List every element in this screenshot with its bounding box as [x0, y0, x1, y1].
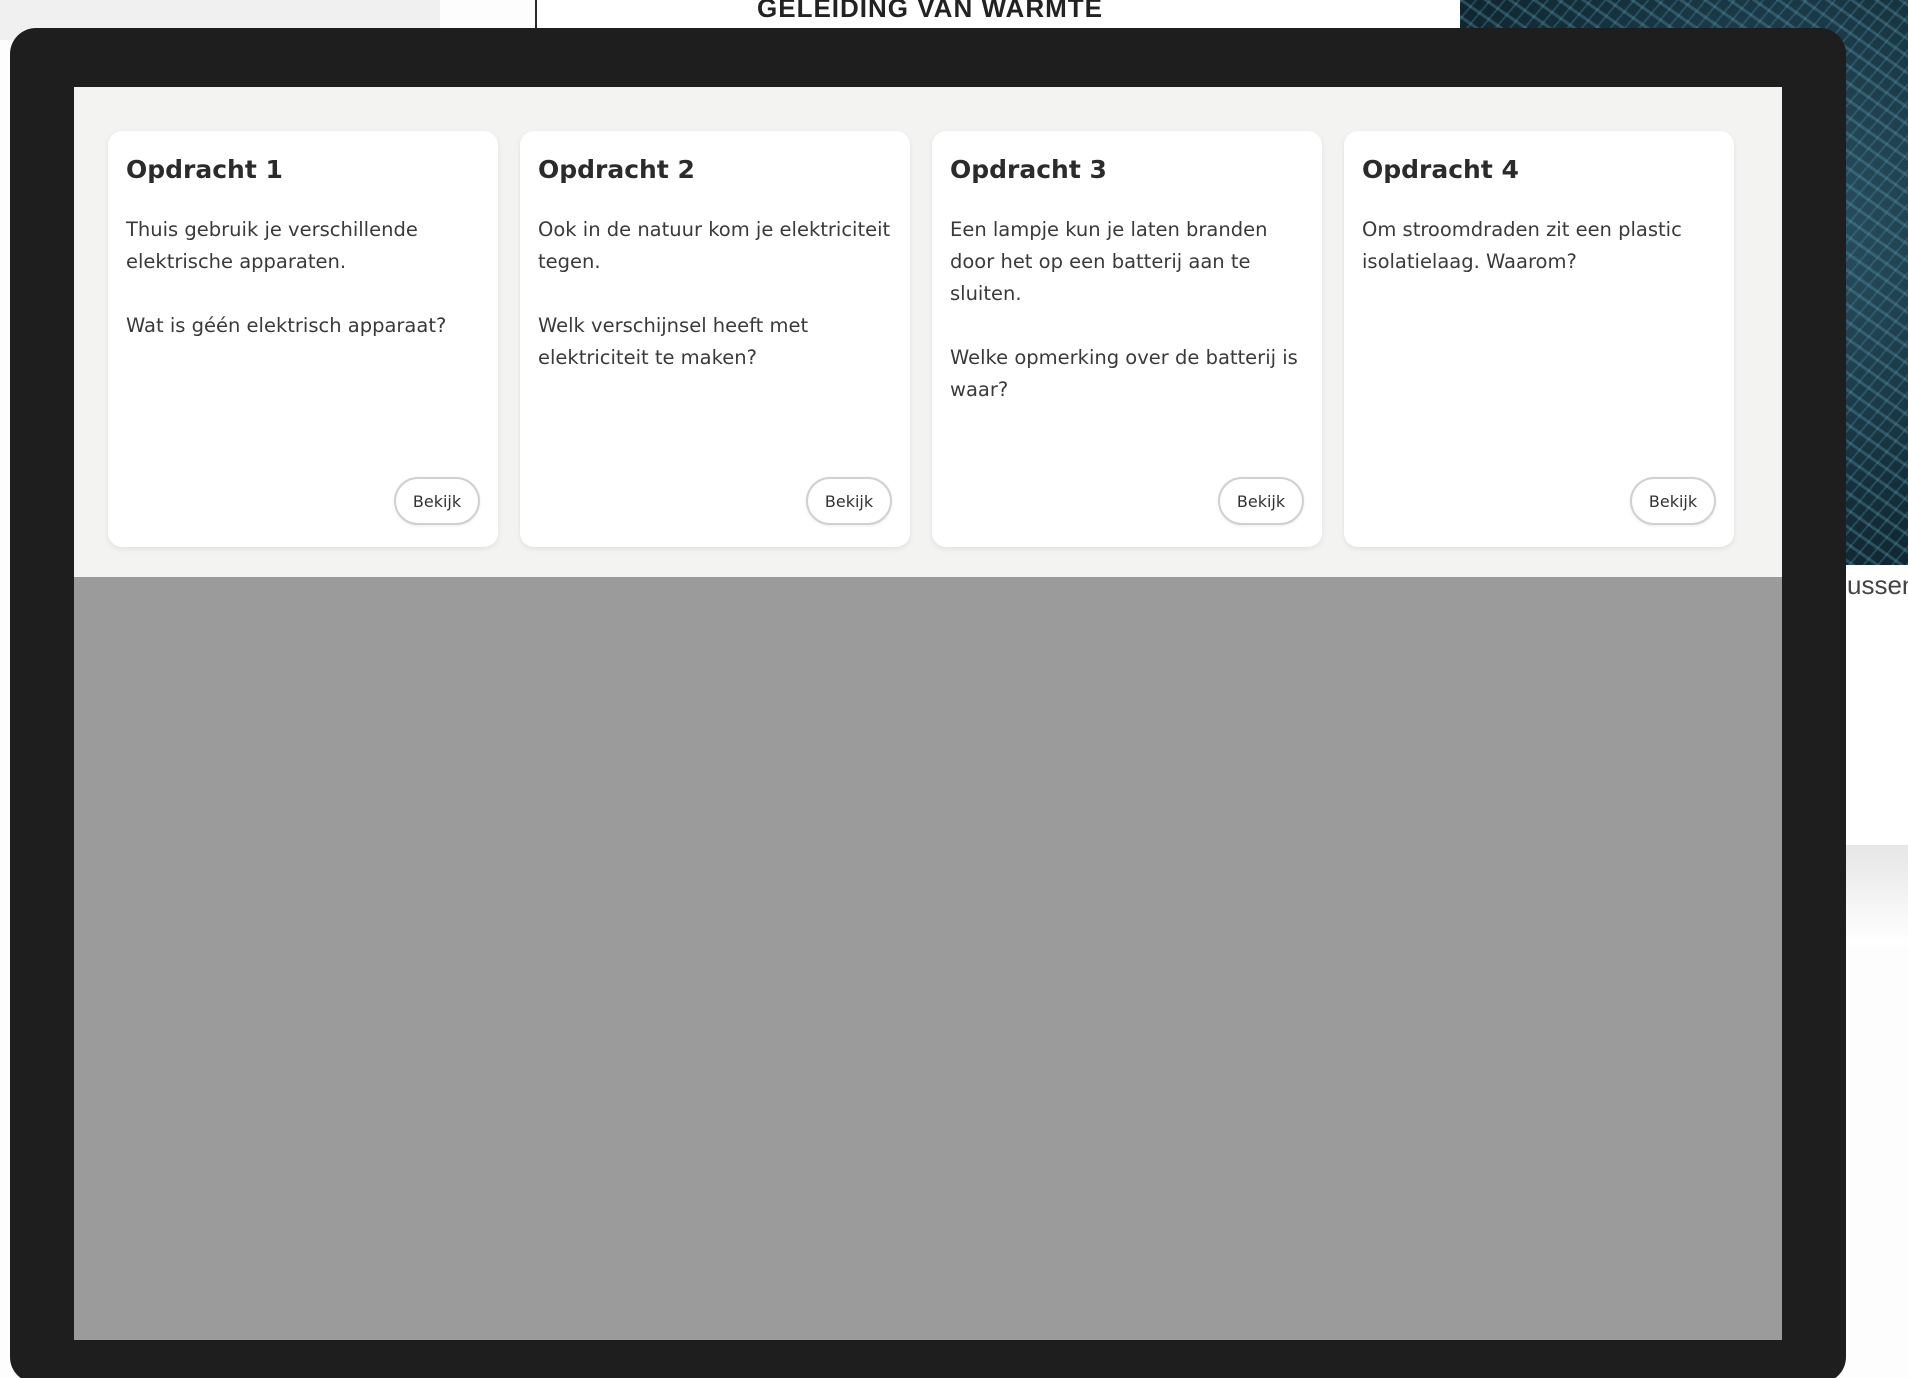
- card-title: Opdracht 3: [950, 155, 1107, 184]
- card-title: Opdracht 4: [1362, 155, 1519, 184]
- bekijk-button[interactable]: Bekijk: [806, 477, 892, 525]
- bekijk-button[interactable]: Bekijk: [1630, 477, 1716, 525]
- assignment-card-1: Opdracht 1 Thuis gebruik je verschillend…: [108, 131, 498, 547]
- assignments-modal: Opdracht 1 Thuis gebruik je verschillend…: [10, 28, 1846, 1378]
- bekijk-button[interactable]: Bekijk: [394, 477, 480, 525]
- card-question: Welke opmerking over de batterij is waar…: [950, 346, 1298, 401]
- card-intro: Ook in de natuur kom je elektriciteit te…: [538, 218, 891, 273]
- card-title: Opdracht 2: [538, 155, 695, 184]
- assignment-card-3: Opdracht 3 Een lampje kun je laten brand…: [932, 131, 1322, 547]
- background-heading: GELEIDING VAN WARMTE: [757, 0, 1103, 23]
- card-title: Opdracht 1: [126, 155, 283, 184]
- card-intro: Thuis gebruik je verschillende elektrisc…: [126, 218, 418, 273]
- bekijk-button[interactable]: Bekijk: [1218, 477, 1304, 525]
- card-question: Welk verschijnsel heeft met elektricitei…: [538, 314, 809, 369]
- screen: GELEIDING VAN WARMTE ussen Opdracht 1 Th…: [0, 0, 1908, 1378]
- assignment-card-4: Opdracht 4 Om stroomdraden zit een plast…: [1344, 131, 1734, 547]
- assignment-cards-row: Opdracht 1 Thuis gebruik je verschillend…: [74, 87, 1782, 577]
- background-partial-text: ussen: [1845, 566, 1908, 846]
- card-question: Om stroomdraden zit een plastic isolatie…: [1362, 218, 1682, 273]
- card-intro: Een lampje kun je laten branden door het…: [950, 218, 1268, 305]
- card-question: Wat is géén elektrisch apparaat?: [126, 314, 447, 337]
- modal-content: Opdracht 1 Thuis gebruik je verschillend…: [74, 87, 1782, 1340]
- assignment-card-2: Opdracht 2 Ook in de natuur kom je elekt…: [520, 131, 910, 547]
